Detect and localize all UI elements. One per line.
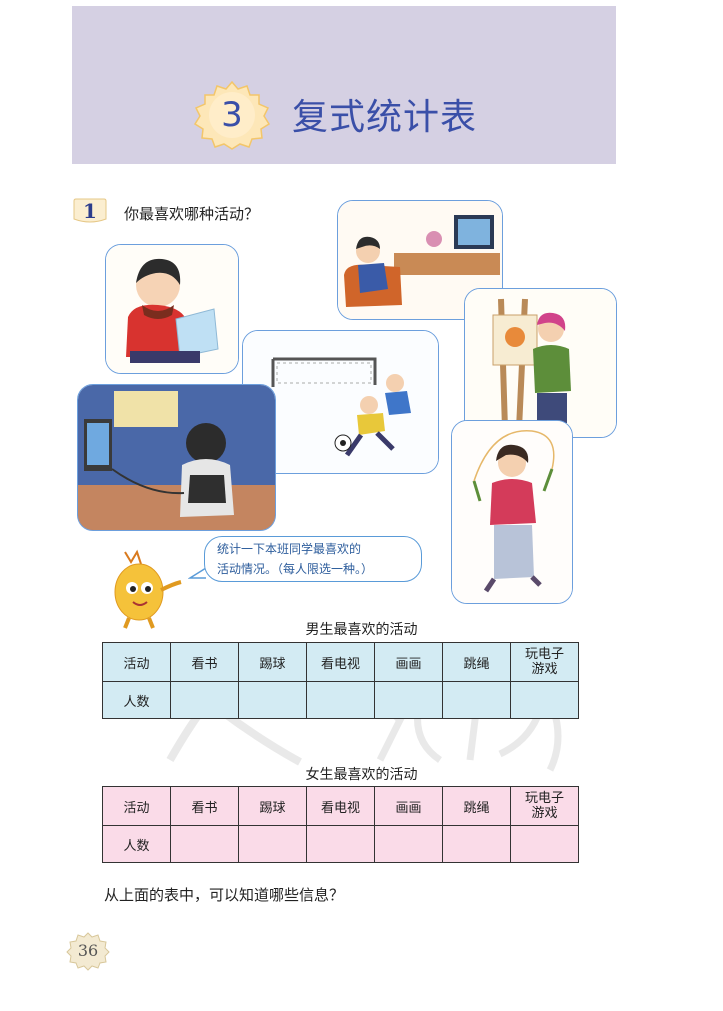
question-number: 1 [83, 199, 97, 223]
header-cell: 踢球 [238, 786, 307, 826]
chapter-title: 复式统计表 [292, 97, 478, 138]
data-cell[interactable] [170, 681, 239, 719]
data-cell[interactable] [510, 681, 579, 719]
row-label-cell: 人数 [102, 825, 171, 863]
girls-table-title: 女生最喜欢的活动 [305, 767, 418, 783]
header-cell: 看书 [170, 786, 239, 826]
data-cell[interactable] [306, 681, 375, 719]
header-cell: 玩电子 游戏 [510, 642, 579, 682]
header-cell: 活动 [102, 642, 171, 682]
picture-jumping-rope [451, 420, 573, 604]
data-cell[interactable] [374, 825, 443, 863]
speech-bubble-line-1: 统计一下本班同学最喜欢的 [217, 542, 362, 556]
header-cell: 跳绳 [442, 786, 511, 826]
header-cell: 看电视 [306, 786, 375, 826]
data-cell[interactable] [374, 681, 443, 719]
header-cell: 画画 [374, 642, 443, 682]
header-cell: 跳绳 [442, 642, 511, 682]
table-row: 活动 看书 踢球 看电视 画画 跳绳 玩电子 游戏 [102, 642, 579, 682]
speech-bubble-line-2: 活动情况。（每人限选一种。） [217, 562, 374, 576]
girls-activity-table: 活动 看书 踢球 看电视 画画 跳绳 玩电子 游戏 人数 [102, 786, 579, 863]
boys-table-title: 男生最喜欢的活动 [305, 622, 418, 638]
data-cell[interactable] [170, 825, 239, 863]
mascot-character [114, 549, 182, 629]
data-cell[interactable] [306, 825, 375, 863]
table-row: 人数 [102, 825, 579, 863]
picture-playing-video-game [77, 384, 276, 531]
row-label-cell: 人数 [102, 681, 171, 719]
footer-question: 从上面的表中，可以知道哪些信息？ [104, 886, 345, 904]
boys-activity-table: 活动 看书 踢球 看电视 画画 跳绳 玩电子 游戏 人数 [102, 642, 579, 719]
chapter-number: 3 [221, 95, 243, 135]
table-row: 活动 看书 踢球 看电视 画画 跳绳 玩电子 游戏 [102, 786, 579, 826]
data-cell[interactable] [442, 681, 511, 719]
picture-painting [464, 288, 617, 438]
data-cell[interactable] [442, 825, 511, 863]
chapter-banner [72, 6, 616, 164]
picture-reading [105, 244, 239, 374]
page-number: 36 [77, 941, 99, 960]
header-cell: 看书 [170, 642, 239, 682]
speech-bubble: 统计一下本班同学最喜欢的 活动情况。（每人限选一种。） [204, 536, 422, 582]
header-cell: 踢球 [238, 642, 307, 682]
table-row: 人数 [102, 681, 579, 719]
data-cell[interactable] [238, 825, 307, 863]
data-cell[interactable] [510, 825, 579, 863]
header-cell: 玩电子 游戏 [510, 786, 579, 826]
header-cell: 画画 [374, 786, 443, 826]
header-cell: 活动 [102, 786, 171, 826]
question-text: 你最喜欢哪种活动？ [124, 205, 260, 223]
header-cell: 看电视 [306, 642, 375, 682]
data-cell[interactable] [238, 681, 307, 719]
